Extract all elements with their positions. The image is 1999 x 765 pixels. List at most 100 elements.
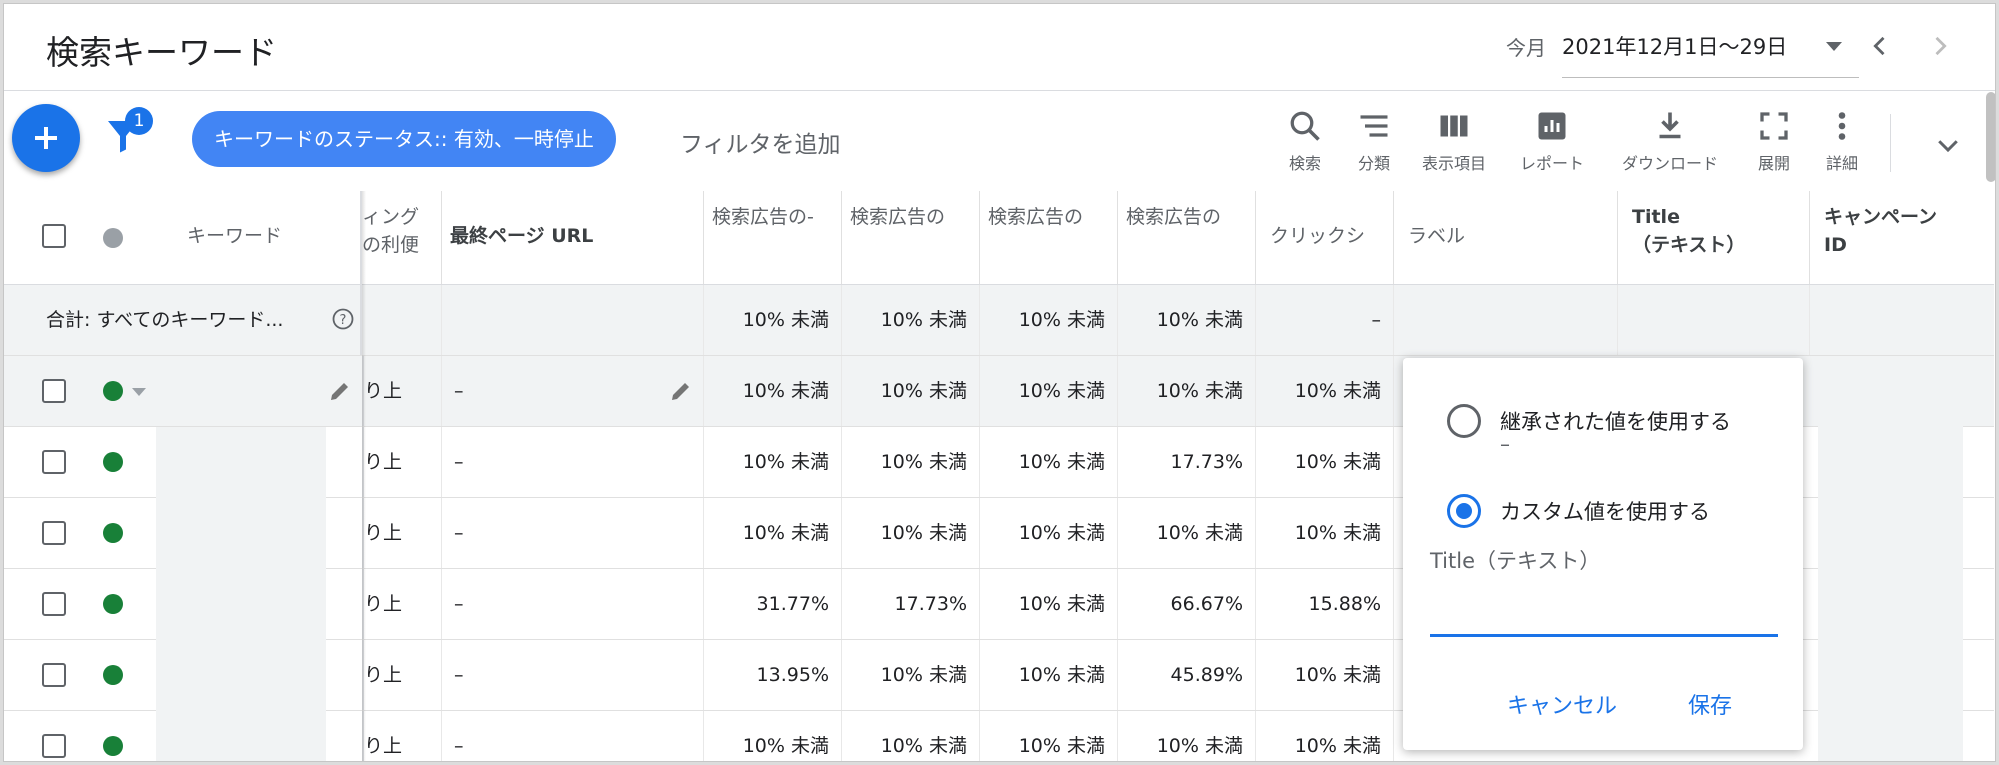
total-search-4: 10% 未満 bbox=[1118, 285, 1256, 355]
tool-label: 検索 bbox=[1288, 154, 1321, 173]
status-enabled-dot[interactable] bbox=[103, 736, 123, 756]
col-header-search-2[interactable]: 検索広告の bbox=[842, 191, 980, 284]
total-label-col bbox=[1394, 285, 1618, 355]
row-checkbox[interactable] bbox=[42, 379, 66, 403]
col-header-keyword[interactable]: キーワード bbox=[179, 191, 362, 284]
date-range-underline bbox=[1562, 77, 1859, 78]
download-icon bbox=[1659, 112, 1681, 139]
status-enabled-dot[interactable] bbox=[103, 452, 123, 472]
cell-search-3: 10% 未満 bbox=[980, 356, 1118, 426]
date-range-selector[interactable]: 2021年12月1日〜29日 bbox=[1562, 31, 1787, 61]
tool-label: 表示項目 bbox=[1422, 154, 1487, 173]
cell-final-url[interactable]: – bbox=[442, 569, 704, 639]
row-checkbox[interactable] bbox=[42, 521, 66, 545]
cell-bidding: り上 bbox=[362, 356, 442, 426]
row-checkbox[interactable] bbox=[42, 450, 66, 474]
col-header-search-4[interactable]: 検索広告の bbox=[1118, 191, 1256, 284]
row-checkbox[interactable] bbox=[42, 592, 66, 616]
status-enabled-dot[interactable] bbox=[103, 594, 123, 614]
status-enabled-dot[interactable] bbox=[103, 381, 123, 401]
radio-custom[interactable] bbox=[1447, 494, 1481, 528]
cell-bidding: り上 bbox=[362, 498, 442, 568]
cell-final-url[interactable]: – bbox=[442, 356, 704, 426]
add-filter-link[interactable]: フィルタを追加 bbox=[680, 125, 841, 159]
cell-click-share: 10% 未満 bbox=[1256, 640, 1394, 710]
col-header-click-share[interactable]: クリックシ bbox=[1256, 191, 1394, 284]
table-total-row: 合計: すべてのキーワード... ? 10% 未満 10% 未満 10% 未満 … bbox=[4, 285, 1994, 356]
tool-label: レポート bbox=[1520, 154, 1585, 173]
inherited-value: – bbox=[1500, 432, 1510, 456]
cell-click-share: 15.88% bbox=[1256, 569, 1394, 639]
cancel-button[interactable]: キャンセル bbox=[1507, 688, 1617, 720]
fullscreen-tool-button[interactable]: 展開 bbox=[1756, 108, 1792, 174]
total-label: 合計: すべてのキーワード... bbox=[4, 285, 362, 355]
cell-search-1: 10% 未満 bbox=[704, 498, 842, 568]
cell-final-url[interactable]: – bbox=[442, 427, 704, 497]
tool-label: 詳細 bbox=[1825, 154, 1858, 173]
cell-search-2: 10% 未満 bbox=[842, 711, 980, 761]
help-icon[interactable]: ? bbox=[331, 307, 355, 331]
filter-chip-keyword-status[interactable]: キーワードのステータス:: 有効、一時停止 bbox=[192, 111, 616, 167]
report-tool-button[interactable]: レポート bbox=[1520, 108, 1584, 174]
search-tool-button[interactable]: 検索 bbox=[1287, 108, 1323, 174]
col-header-search-1[interactable]: 検索広告の- bbox=[704, 191, 842, 284]
edit-pencil-icon[interactable] bbox=[669, 379, 693, 403]
radio-inherited[interactable] bbox=[1447, 404, 1481, 438]
cell-search-2: 10% 未満 bbox=[842, 640, 980, 710]
redacted-campaign-id-area bbox=[1818, 356, 1963, 761]
cell-bidding: り上 bbox=[362, 711, 442, 761]
cell-search-4: 17.73% bbox=[1118, 427, 1256, 497]
cell-search-2: 10% 未満 bbox=[842, 427, 980, 497]
cell-search-1: 10% 未満 bbox=[704, 356, 842, 426]
cell-search-3: 10% 未満 bbox=[980, 711, 1118, 761]
vertical-scrollbar[interactable] bbox=[1986, 92, 1995, 182]
add-keyword-button[interactable] bbox=[12, 104, 80, 172]
cell-search-4: 10% 未満 bbox=[1118, 498, 1256, 568]
download-tool-button[interactable]: ダウンロード bbox=[1622, 108, 1718, 174]
cell-search-3: 10% 未満 bbox=[980, 569, 1118, 639]
status-enabled-dot[interactable] bbox=[103, 665, 123, 685]
filter-count-badge: 1 bbox=[125, 107, 153, 135]
total-search-1: 10% 未満 bbox=[704, 285, 842, 355]
select-all-checkbox[interactable] bbox=[42, 224, 66, 248]
col-header-search-3[interactable]: 検索広告の bbox=[980, 191, 1118, 284]
total-search-3: 10% 未満 bbox=[980, 285, 1118, 355]
more-tool-button[interactable]: 詳細 bbox=[1824, 108, 1860, 174]
chevron-right-icon[interactable] bbox=[1926, 32, 1954, 60]
frozen-column-shadow bbox=[362, 191, 366, 761]
cell-final-url[interactable]: – bbox=[442, 711, 704, 761]
col-header-label[interactable]: ラベル bbox=[1394, 191, 1618, 284]
col-header-campaign-id[interactable]: キャンペーン ID bbox=[1810, 191, 1994, 284]
segment-icon bbox=[1360, 115, 1388, 137]
fullscreen-icon bbox=[1760, 112, 1788, 140]
status-enabled-dot[interactable] bbox=[103, 523, 123, 543]
radio-inherited-label[interactable]: 継承された値を使用する bbox=[1500, 406, 1731, 436]
cell-final-url[interactable]: – bbox=[442, 640, 704, 710]
col-header-final-url[interactable]: 最終ページ URL bbox=[442, 191, 704, 284]
chevron-down-icon[interactable] bbox=[1933, 130, 1963, 160]
cell-search-1: 10% 未満 bbox=[704, 427, 842, 497]
chevron-left-icon[interactable] bbox=[1866, 32, 1894, 60]
segment-tool-button[interactable]: 分類 bbox=[1356, 108, 1392, 174]
cell-search-1: 10% 未満 bbox=[704, 711, 842, 761]
cell-search-4: 66.67% bbox=[1118, 569, 1256, 639]
chevron-down-icon[interactable] bbox=[1826, 42, 1842, 51]
radio-custom-label[interactable]: カスタム値を使用する bbox=[1500, 496, 1710, 526]
cell-search-2: 10% 未満 bbox=[842, 356, 980, 426]
save-button[interactable]: 保存 bbox=[1688, 688, 1732, 720]
status-dropdown-icon[interactable] bbox=[132, 388, 146, 396]
total-click-share: – bbox=[1256, 285, 1394, 355]
tool-label: 展開 bbox=[1757, 154, 1790, 173]
title-text-input[interactable] bbox=[1430, 578, 1778, 637]
columns-tool-button[interactable]: 表示項目 bbox=[1422, 108, 1486, 174]
col-header-title-text[interactable]: Title （テキスト） bbox=[1618, 191, 1810, 284]
row-checkbox[interactable] bbox=[42, 734, 66, 758]
cell-final-url[interactable]: – bbox=[442, 498, 704, 568]
cell-bidding: り上 bbox=[362, 569, 442, 639]
table-header: キーワード ィング の利便 最終ページ URL 検索広告の- 検索広告の 検索広… bbox=[4, 191, 1994, 285]
report-icon bbox=[1538, 112, 1566, 140]
col-header-bidding[interactable]: ィング の利便 bbox=[362, 191, 442, 284]
cell-search-3: 10% 未満 bbox=[980, 427, 1118, 497]
edit-pencil-icon[interactable] bbox=[328, 379, 352, 403]
row-checkbox[interactable] bbox=[42, 663, 66, 687]
